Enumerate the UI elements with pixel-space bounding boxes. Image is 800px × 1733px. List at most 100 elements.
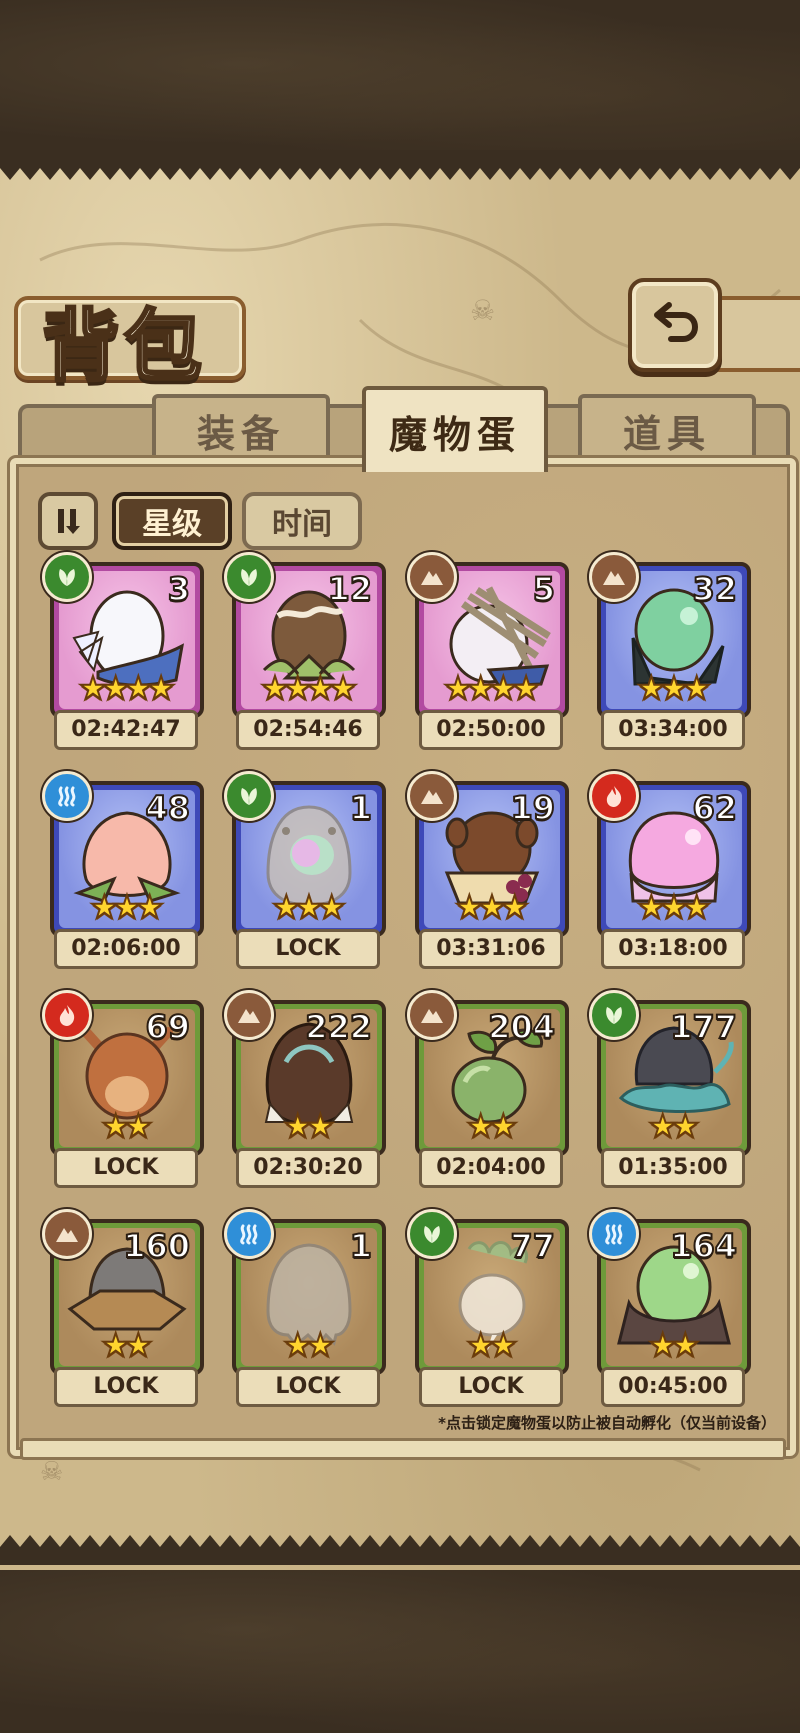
star-rating: ★★ xyxy=(236,1326,382,1364)
star-icon: ★ xyxy=(328,669,359,707)
egg-count: 12 xyxy=(326,569,373,609)
water-element-icon xyxy=(589,1209,639,1259)
svg-text:☠: ☠ xyxy=(40,1457,63,1487)
egg-count: 62 xyxy=(691,788,738,828)
egg-status-timer[interactable]: 03:18:00 xyxy=(601,929,745,969)
rock-element-icon xyxy=(407,990,457,1040)
star-icon: ★ xyxy=(146,669,177,707)
egg-status-timer[interactable]: 02:30:20 xyxy=(236,1148,380,1188)
egg-slot[interactable]: 204 ★★ 02:04:00 xyxy=(407,990,569,1188)
egg-count: 222 xyxy=(304,1007,373,1047)
panel-bottom-rail xyxy=(20,1438,786,1460)
star-rating: ★★★ xyxy=(236,888,382,926)
star-rating: ★★ xyxy=(419,1109,565,1143)
water-element-icon xyxy=(42,771,92,821)
zigzag-edge-bottom xyxy=(0,1535,800,1565)
egg-slot[interactable]: 160 ★★ LOCK xyxy=(42,1209,204,1407)
egg-slot[interactable]: 3 ★★★★ 02:42:47 xyxy=(42,552,204,750)
page-title: 背包 xyxy=(40,300,207,394)
egg-status-timer[interactable]: LOCK xyxy=(54,1367,198,1407)
star-rating: ★★ xyxy=(54,1326,200,1364)
star-icon: ★ xyxy=(511,669,542,707)
star-rating: ★★★★ xyxy=(236,669,382,707)
leaf-element-icon xyxy=(407,1209,457,1259)
egg-slot[interactable]: 19 ★★★ 03:31:06 xyxy=(407,771,569,969)
egg-count: 164 xyxy=(669,1226,738,1266)
egg-count: 32 xyxy=(691,569,738,609)
egg-status-timer[interactable]: 02:50:00 xyxy=(419,710,563,750)
star-icon: ★ xyxy=(670,1107,701,1145)
egg-count: 19 xyxy=(509,788,556,828)
star-rating: ★★ xyxy=(419,1326,565,1364)
tab-equipment[interactable]: 装备 xyxy=(152,394,330,462)
leaf-element-icon xyxy=(224,771,274,821)
star-rating: ★★ xyxy=(54,1109,200,1143)
star-icon: ★ xyxy=(670,1326,701,1364)
star-rating: ★★★★ xyxy=(419,669,565,707)
tab-monster-eggs[interactable]: 魔物蛋 xyxy=(362,386,548,472)
back-button-rail xyxy=(710,296,800,372)
tab-items[interactable]: 道具 xyxy=(578,394,756,462)
egg-status-timer[interactable]: 03:34:00 xyxy=(601,710,745,750)
egg-count: 177 xyxy=(669,1007,738,1047)
egg-status-timer[interactable]: 02:42:47 xyxy=(54,710,198,750)
egg-status-timer[interactable]: 02:04:00 xyxy=(419,1148,563,1188)
egg-status-timer[interactable]: 02:06:00 xyxy=(54,929,198,969)
egg-status-timer[interactable]: LOCK xyxy=(419,1367,563,1407)
star-icon: ★ xyxy=(305,1107,336,1145)
rock-element-icon xyxy=(224,990,274,1040)
star-icon: ★ xyxy=(305,1326,336,1364)
back-button[interactable] xyxy=(628,278,722,372)
fire-element-icon xyxy=(589,771,639,821)
bottom-map-backdrop xyxy=(0,1560,800,1733)
star-rating: ★★★ xyxy=(54,890,200,924)
sort-by-star-button[interactable]: 星级 xyxy=(112,492,232,550)
egg-count: 3 xyxy=(167,569,191,609)
rock-element-icon xyxy=(42,1209,92,1259)
star-icon: ★ xyxy=(123,1326,154,1364)
egg-slot[interactable]: 1 ★★ LOCK xyxy=(224,1209,386,1407)
egg-count: 1 xyxy=(349,788,373,828)
egg-slot[interactable]: 62 ★★★ 03:18:00 xyxy=(589,771,751,969)
fire-element-icon xyxy=(42,990,92,1040)
star-rating: ★★★★ xyxy=(54,669,200,707)
egg-status-timer[interactable]: 00:45:00 xyxy=(601,1367,745,1407)
leaf-element-icon xyxy=(589,990,639,1040)
egg-slot[interactable]: 1 ★★★ LOCK xyxy=(224,771,386,969)
star-rating: ★★ xyxy=(236,1107,382,1145)
egg-slot[interactable]: 32 ★★★ 03:34:00 xyxy=(589,552,751,750)
egg-count: 1 xyxy=(349,1226,373,1266)
star-rating: ★★★ xyxy=(419,888,565,926)
water-element-icon xyxy=(224,1209,274,1259)
star-rating: ★★★ xyxy=(601,888,747,926)
top-map-backdrop xyxy=(0,0,800,160)
egg-slot[interactable]: 177 ★★ 01:35:00 xyxy=(589,990,751,1188)
star-icon: ★ xyxy=(681,888,712,926)
sort-by-time-button[interactable]: 时间 xyxy=(242,492,362,550)
star-icon: ★ xyxy=(488,1326,519,1364)
egg-slot[interactable]: 222 ★★ 02:30:20 xyxy=(224,990,386,1188)
star-icon: ★ xyxy=(316,888,347,926)
egg-slot[interactable]: 48 ★★★ 02:06:00 xyxy=(42,771,204,969)
egg-slot[interactable]: 12 ★★★★ 02:54:46 xyxy=(224,552,386,750)
star-rating: ★★ xyxy=(601,1107,747,1145)
egg-status-timer[interactable]: 01:35:00 xyxy=(601,1148,745,1188)
egg-status-timer[interactable]: LOCK xyxy=(236,1367,380,1407)
egg-slot[interactable]: 164 ★★ 00:45:00 xyxy=(589,1209,751,1407)
star-icon: ★ xyxy=(499,888,530,926)
svg-text:☠: ☠ xyxy=(470,294,495,327)
sort-order-icon xyxy=(58,509,80,534)
egg-status-timer[interactable]: 02:54:46 xyxy=(236,710,380,750)
egg-status-timer[interactable]: LOCK xyxy=(54,1148,198,1188)
sort-order-button[interactable] xyxy=(38,492,98,550)
leaf-element-icon xyxy=(42,552,92,602)
egg-slot[interactable]: 5 ★★★★ 02:50:00 xyxy=(407,552,569,750)
egg-count: 69 xyxy=(144,1007,191,1047)
star-rating: ★★★ xyxy=(601,671,747,705)
egg-count: 160 xyxy=(122,1226,191,1266)
egg-count: 48 xyxy=(144,788,191,828)
egg-slot[interactable]: 77 ★★ LOCK xyxy=(407,1209,569,1407)
egg-status-timer[interactable]: LOCK xyxy=(236,929,380,969)
egg-slot[interactable]: 69 ★★ LOCK xyxy=(42,990,204,1188)
egg-status-timer[interactable]: 03:31:06 xyxy=(419,929,563,969)
